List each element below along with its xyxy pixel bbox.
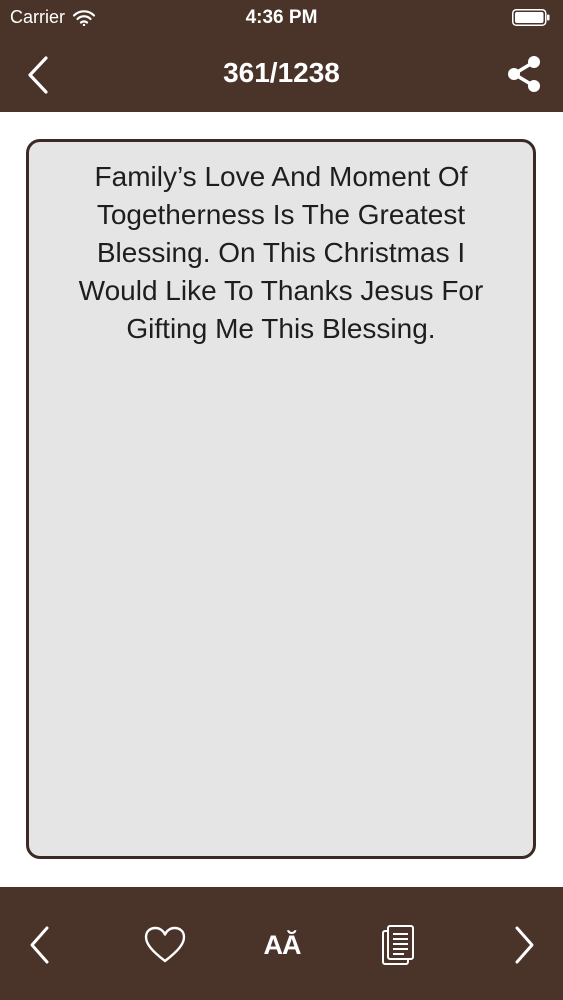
- next-quote-button[interactable]: [500, 921, 548, 969]
- navigation-bar: 361/1238: [0, 36, 563, 112]
- bottom-toolbar: AĂ: [0, 887, 563, 1000]
- copy-text-button[interactable]: [374, 921, 422, 969]
- share-icon[interactable]: [503, 54, 545, 94]
- favorite-button[interactable]: [141, 921, 189, 969]
- font-size-button[interactable]: AĂ: [258, 921, 306, 969]
- page-counter-title: 361/1238: [223, 57, 340, 88]
- previous-quote-button[interactable]: [16, 921, 64, 969]
- quote-screen: Carrier 4:36 PM 361/1238 Family’s Love A…: [0, 0, 563, 1000]
- status-bar: Carrier 4:36 PM: [0, 0, 563, 36]
- chevron-left-icon: [30, 926, 49, 964]
- heart-icon: [144, 926, 186, 963]
- font-size-icon-label: AĂ: [263, 929, 302, 960]
- status-time: 4:36 PM: [245, 7, 318, 28]
- battery-icon: [512, 9, 550, 26]
- header: Carrier 4:36 PM 361/1238: [0, 0, 563, 112]
- quote-card: Family’s Love And Moment Of Togetherness…: [26, 139, 536, 859]
- quote-text: Family’s Love And Moment Of Togetherness…: [78, 161, 484, 344]
- chevron-right-icon: [515, 926, 534, 964]
- document-icon: [382, 925, 414, 965]
